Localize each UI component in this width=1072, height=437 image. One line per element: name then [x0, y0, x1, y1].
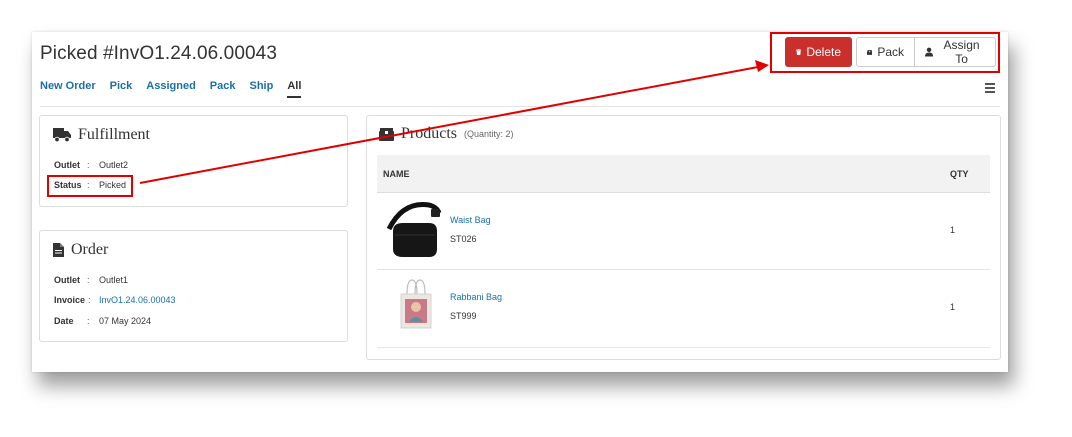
actions-highlight-box	[770, 32, 1000, 73]
separator: :	[87, 160, 90, 170]
column-header-qty: QTY	[950, 169, 969, 179]
outlet-value: Outlet1	[99, 275, 129, 285]
fulfillment-card-title: Fulfillment	[53, 126, 150, 144]
product-name-link[interactable]: Waist Bag	[450, 215, 491, 225]
box-icon	[379, 127, 394, 141]
products-title-text: Products	[401, 125, 457, 142]
invoice-link[interactable]: InvO1.24.06.00043	[99, 295, 176, 305]
product-qty: 1	[950, 302, 956, 312]
waist-bag-thumbnail	[386, 202, 442, 257]
tab-assigned[interactable]: Assigned	[146, 80, 196, 98]
tab-ship[interactable]: Ship	[250, 80, 274, 98]
rabbani-bag-thumbnail	[400, 279, 432, 329]
products-card-title: Products (Quantity: 2)	[379, 125, 514, 143]
order-invoice-row: Invoice : InvO1.24.06.00043	[54, 295, 176, 305]
outlet-label: Outlet	[54, 160, 80, 170]
status-highlight-box	[47, 175, 133, 197]
date-value: 07 May 2024	[99, 316, 152, 326]
separator: :	[88, 295, 91, 305]
page-title: Picked #InvO1.24.06.00043	[40, 43, 278, 64]
table-row: Waist Bag ST026 1	[377, 192, 990, 270]
invoice-label: Invoice	[54, 295, 86, 305]
status-tabs: New Order Pick Assigned Pack Ship All	[40, 80, 315, 98]
table-row: Rabbani Bag ST999 1	[377, 270, 990, 348]
tab-pick[interactable]: Pick	[110, 80, 133, 98]
date-label: Date	[54, 316, 74, 326]
outlet-value: Outlet2	[99, 160, 129, 170]
tab-pack[interactable]: Pack	[210, 80, 236, 98]
fulfillment-title-text: Fulfillment	[78, 126, 150, 143]
products-table-header: NAME QTY	[377, 155, 990, 193]
tab-new-order[interactable]: New Order	[40, 80, 96, 98]
product-qty: 1	[950, 225, 956, 235]
tab-all[interactable]: All	[287, 80, 302, 98]
outlet-label: Outlet	[54, 275, 80, 285]
order-date-row: Date : 07 May 2024	[54, 316, 151, 326]
product-sku: ST999	[450, 311, 477, 321]
order-card-title: Order	[53, 241, 108, 259]
app-window: Picked #InvO1.24.06.00043 Delete Pack As…	[32, 32, 1008, 372]
separator: :	[87, 316, 90, 326]
hamburger-menu-icon[interactable]	[985, 83, 995, 93]
tabs-divider	[40, 106, 1000, 107]
fulfillment-outlet-row: Outlet : Outlet2	[54, 160, 128, 170]
product-sku: ST026	[450, 234, 477, 244]
column-header-name: NAME	[383, 169, 410, 179]
products-quantity-note: (Quantity: 2)	[464, 129, 514, 139]
product-name-link[interactable]: Rabbani Bag	[450, 292, 502, 302]
separator: :	[87, 275, 90, 285]
order-title-text: Order	[71, 241, 109, 258]
order-outlet-row: Outlet : Outlet1	[54, 275, 128, 285]
order-card: Order Outlet : Outlet1 Invoice : InvO1.2…	[39, 230, 348, 342]
document-icon	[53, 243, 64, 257]
truck-icon	[53, 128, 71, 142]
